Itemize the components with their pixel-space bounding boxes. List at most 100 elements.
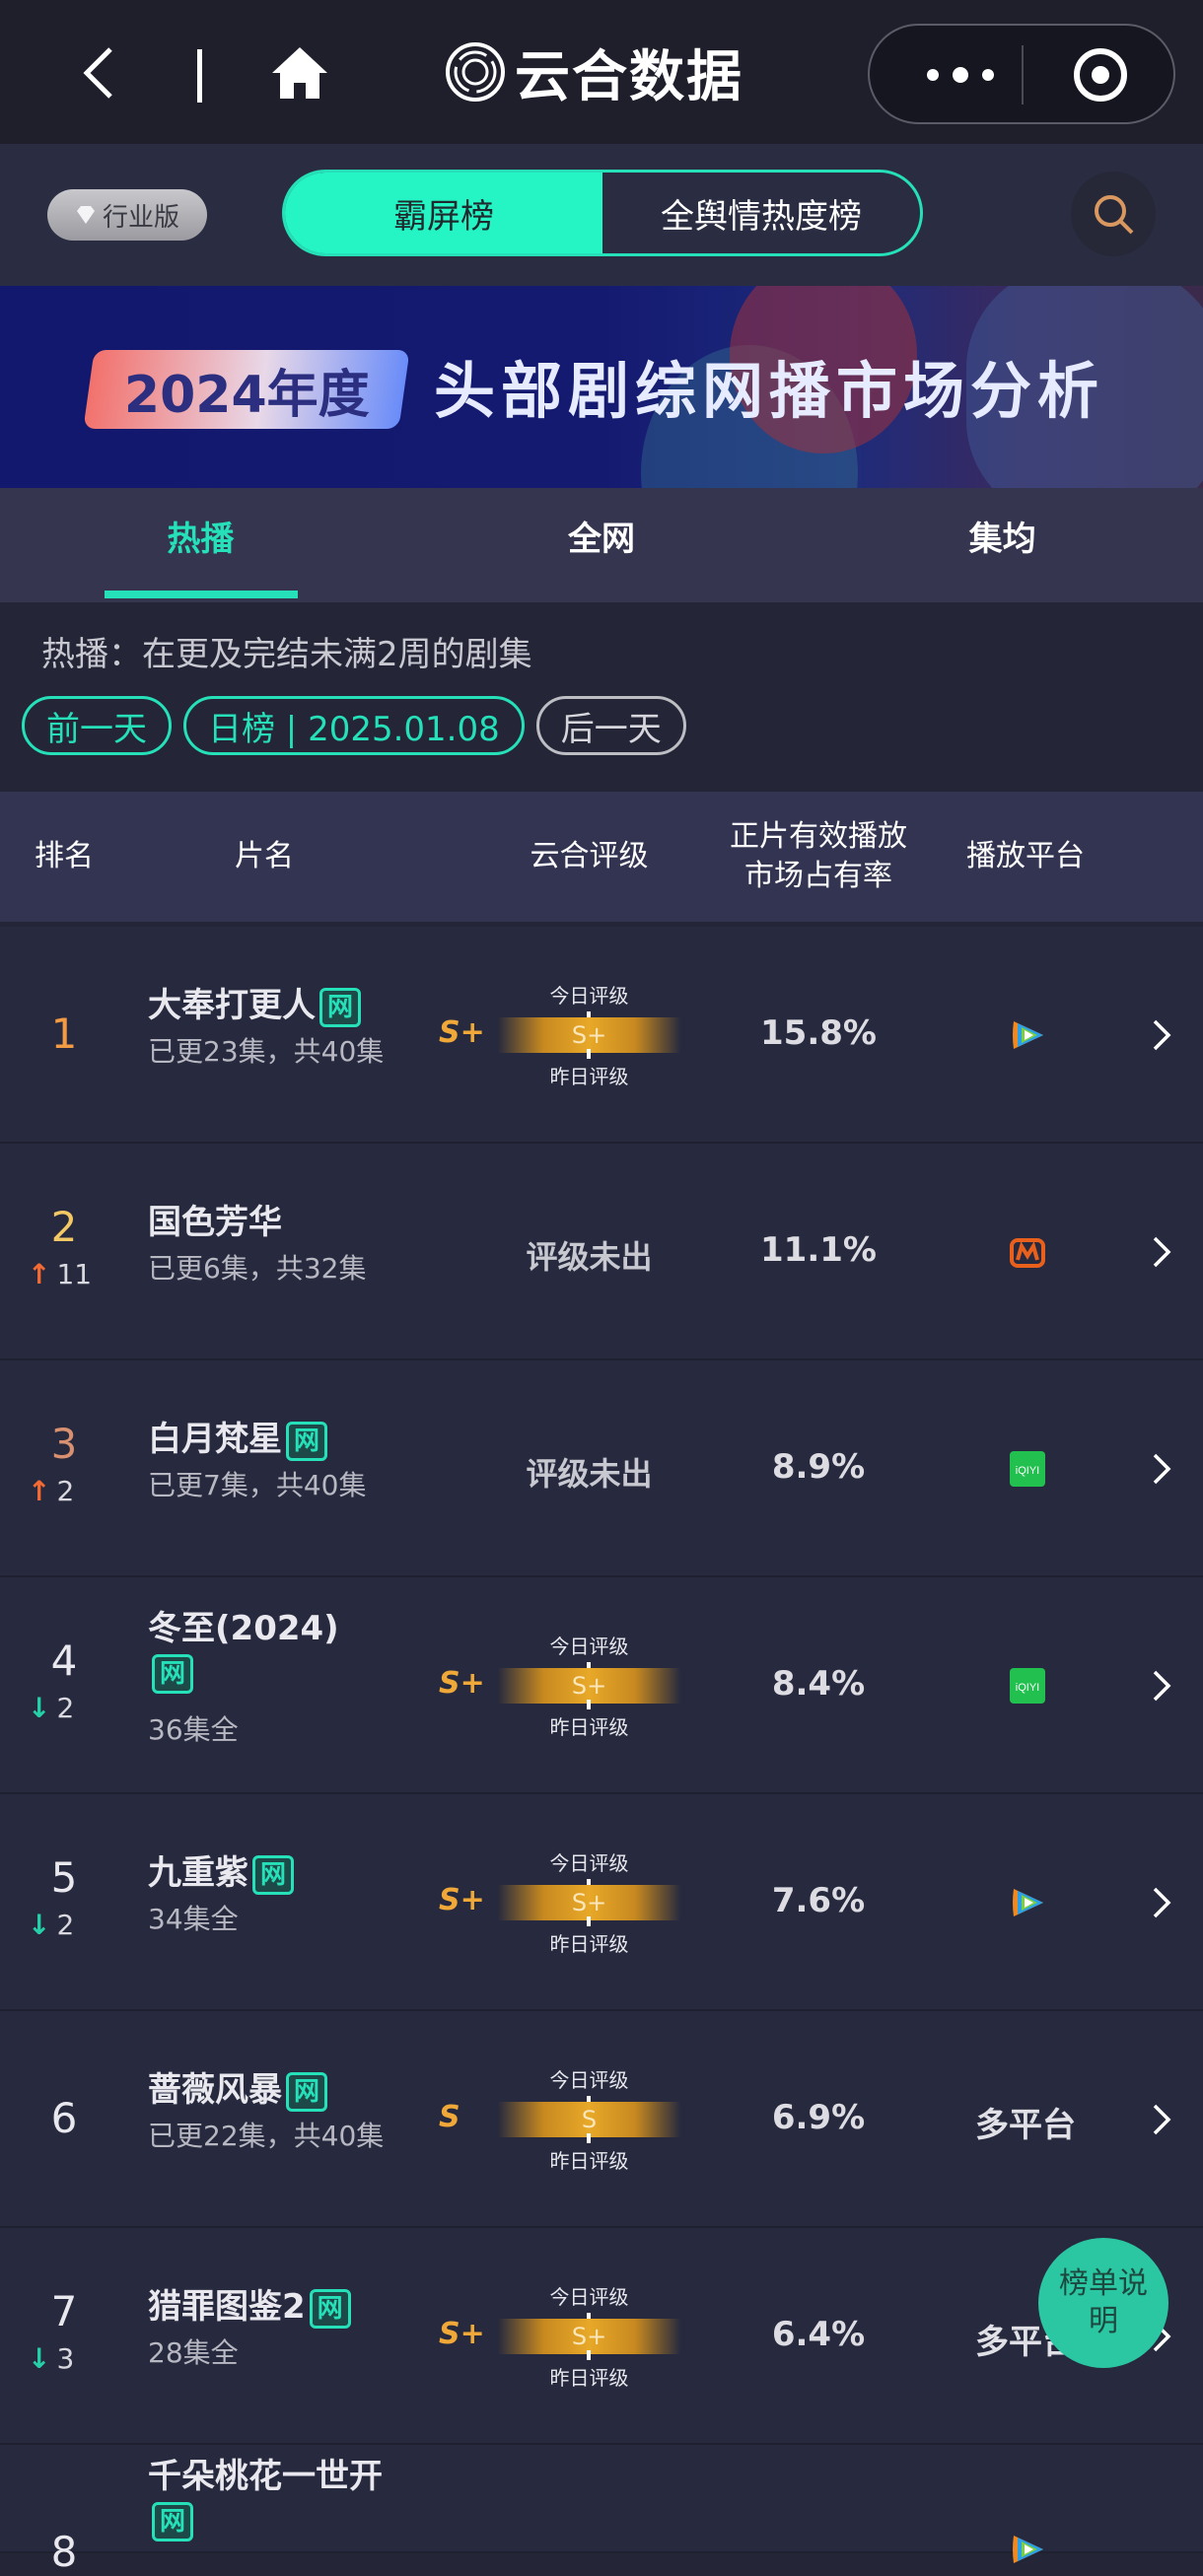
close-target-icon[interactable] (1071, 45, 1130, 104)
show-title[interactable]: 蔷薇风暴网 (148, 2068, 414, 2112)
rank-change-value: 11 (56, 1258, 93, 1290)
show-title[interactable]: 冬至(2024) 网 (148, 1607, 414, 1694)
episode-info: 36集全 (148, 1713, 239, 1746)
tab-jijun[interactable]: 集均 (802, 488, 1203, 602)
rank-change: ↑ 2 (28, 1475, 106, 1507)
iqiyi-icon: iQIYI (1008, 1449, 1047, 1489)
mini-program-nav-bar: 云合数据 (0, 0, 1203, 144)
web-series-badge: 网 (152, 2501, 193, 2541)
tab-description: 热播：在更及完结未满2周的剧集 (41, 635, 532, 674)
episode-info: 34集全 (148, 1903, 239, 1935)
search-icon (1095, 195, 1134, 235)
switch-option-bapingbang[interactable]: 霸屏榜 (285, 173, 602, 253)
mango-tv-icon (1008, 1232, 1047, 1272)
show-title[interactable]: 千朵桃花一世开网 (148, 2455, 414, 2541)
switch-option-quanyuqing[interactable]: 全舆情热度榜 (602, 173, 920, 253)
arrow-up-icon: ↑ (28, 1258, 51, 1290)
rank-change: ↓ 3 (28, 2342, 106, 2375)
rank-change-value: 2 (56, 1909, 75, 1941)
web-series-badge: 网 (319, 987, 361, 1027)
grade-bar: S+ (498, 1668, 680, 1704)
date-picker-button[interactable]: 日榜 | 2025.01.08 (183, 696, 525, 755)
show-title-text: 国色芳华 (148, 1203, 282, 1242)
header-rank: 排名 (35, 839, 94, 873)
grade-bar: S+ (498, 1017, 680, 1053)
search-button[interactable] (1071, 172, 1156, 256)
chevron-right-icon[interactable] (1150, 2102, 1173, 2137)
yesterday-grade-label: 昨日评级 (549, 1065, 629, 1088)
rank-number: 8 (50, 2528, 78, 2576)
chevron-right-icon[interactable] (1150, 1885, 1173, 1920)
web-series-badge: 网 (286, 2071, 327, 2112)
table-row[interactable]: 6 蔷薇风暴网已更22集，共40集 S 今日评级 S 昨日评级 6.9% 多平台 (0, 2011, 1203, 2228)
web-series-badge: 网 (286, 1421, 327, 1461)
show-title-text: 猎罪图鉴2 (148, 2287, 306, 2327)
market-share: 15.8% (760, 1013, 877, 1053)
header-share-line1: 正片有效播放 (730, 819, 907, 854)
next-day-button[interactable]: 后一天 (535, 696, 686, 755)
yesterday-grade-label: 昨日评级 (549, 1715, 629, 1739)
ranking-list: 1 大奉打更人网已更23集，共40集 S+ 今日评级 S+ 昨日评级 15.8% 2 ↑ 11 国色… (0, 927, 1203, 2576)
yunhe-logo-icon (446, 42, 505, 102)
tencent-video-icon (1008, 2530, 1047, 2569)
chevron-right-icon[interactable] (1150, 1451, 1173, 1487)
tencent-video-icon (1008, 1015, 1047, 1055)
svg-text:iQIYI: iQIYI (1016, 1465, 1039, 1477)
yesterday-marker (587, 2133, 591, 2143)
tab-rebo[interactable]: 热播 (0, 488, 401, 602)
arrow-up-icon: ↑ (28, 1475, 51, 1507)
table-row[interactable]: 7 ↓ 3 猎罪图鉴2 网 28集全 S+ 今日评级 S+ 昨日评级 6.4% 多平台 (0, 2228, 1203, 2445)
today-grade-label: 今日评级 (549, 2285, 629, 2309)
show-title-text: 蔷薇风暴 (148, 2070, 282, 2110)
back-icon[interactable] (77, 43, 120, 103)
header-grade: 云合评级 (530, 839, 649, 873)
show-title[interactable]: 白月梵星网 (148, 1418, 414, 1461)
show-title-text: 白月梵星 (148, 1420, 282, 1459)
show-title[interactable]: 九重紫网 (148, 1851, 414, 1895)
grade-bar: S+ (498, 2319, 680, 2354)
table-row[interactable]: 3 ↑ 2 白月梵星网已更7集，共40集 评级未出 8.9% iQIYI (0, 1360, 1203, 1577)
chevron-right-icon[interactable] (1150, 1017, 1173, 1053)
diamond-icon (76, 206, 95, 224)
prev-day-button[interactable]: 前一天 (22, 696, 172, 755)
chart-help-button[interactable]: 榜单说明 (1038, 2238, 1168, 2368)
market-share: 6.4% (771, 2315, 866, 2354)
episode-info: 已更7集，共40集 (148, 1469, 367, 1501)
more-icon[interactable] (911, 55, 1010, 95)
web-series-badge: 网 (152, 1653, 193, 1694)
yesterday-marker (587, 1049, 591, 1059)
tab-quanwang[interactable]: 全网 (401, 488, 803, 602)
market-share: 8.9% (771, 1447, 866, 1487)
show-title[interactable]: 国色芳华 (148, 1201, 414, 1244)
yesterday-marker (587, 2350, 591, 2360)
chevron-right-icon[interactable] (1150, 1668, 1173, 1704)
arrow-down-icon: ↓ (28, 2342, 51, 2375)
today-grade-label: 今日评级 (549, 984, 629, 1008)
date-navigator: 前一天 日榜 | 2025.01.08 后一天 (22, 696, 686, 755)
rank-change: ↓ 2 (28, 1692, 106, 1724)
promo-banner[interactable]: 2024年度 头部剧综网播市场分析 (0, 286, 1203, 488)
table-row[interactable]: 8 千朵桃花一世开网 (0, 2445, 1203, 2576)
capsule-divider (1022, 45, 1024, 104)
show-title[interactable]: 猎罪图鉴2 网 (148, 2285, 414, 2329)
yesterday-grade-label: 昨日评级 (549, 1932, 629, 1956)
chevron-right-icon[interactable] (1150, 1234, 1173, 1270)
yesterday-grade-label: 昨日评级 (549, 2149, 629, 2173)
table-row[interactable]: 1 大奉打更人网已更23集，共40集 S+ 今日评级 S+ 昨日评级 15.8% (0, 927, 1203, 1144)
table-row[interactable]: 4 ↓ 2 冬至(2024) 网 36集全 S+ 今日评级 S+ 昨日评级 8.4% iQIYI (0, 1577, 1203, 1794)
yesterday-marker (587, 1700, 591, 1709)
show-title-text: 九重紫 (148, 1853, 248, 1893)
table-row[interactable]: 5 ↓ 2 九重紫网 34集全 S+ 今日评级 S+ 昨日评级 7.6% (0, 1794, 1203, 2011)
show-title-text: 冬至(2024) (148, 1609, 339, 1648)
web-series-badge: 网 (252, 1854, 294, 1895)
table-row[interactable]: 2 ↑ 11 国色芳华 已更6集，共32集 评级未出 11.1% (0, 1144, 1203, 1360)
rank-change: ↓ 2 (28, 1909, 106, 1941)
rank-number: 2 (50, 1203, 78, 1251)
industry-edition-badge[interactable]: 行业版 (47, 189, 207, 241)
grade-pending: 评级未出 (526, 1455, 653, 1493)
header-share-line2: 市场占有率 (744, 859, 892, 893)
banner-year-badge: 2024年度 (83, 350, 410, 429)
header-platform: 播放平台 (966, 839, 1085, 873)
show-title[interactable]: 大奉打更人网 (148, 984, 414, 1027)
home-icon[interactable] (270, 45, 329, 101)
